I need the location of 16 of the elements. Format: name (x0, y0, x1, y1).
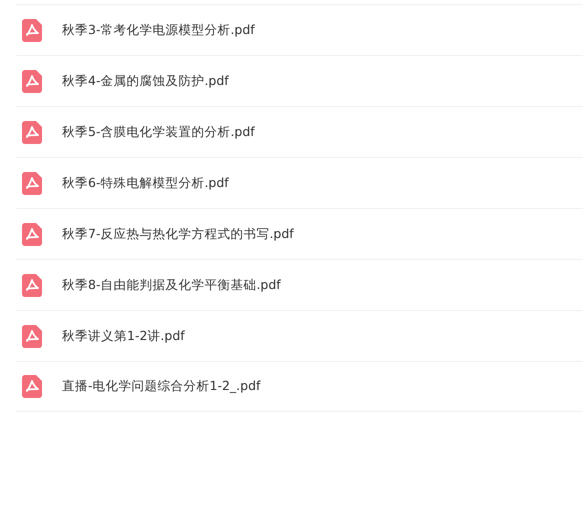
pdf-file-icon (22, 18, 42, 42)
pdf-file-icon (22, 222, 42, 246)
file-name[interactable]: 秋季讲义第1-2讲.pdf (62, 326, 185, 346)
file-name[interactable]: 秋季8-自由能判据及化学平衡基础.pdf (62, 276, 281, 294)
pdf-file-icon (22, 70, 42, 92)
pdf-file-icon (22, 120, 42, 144)
pdf-file-icon (22, 274, 42, 296)
file-name[interactable]: 秋季7-反应热与热化学方程式的书写.pdf (62, 224, 294, 244)
file-name[interactable]: 秋季4-金属的腐蚀及防护.pdf (62, 72, 229, 90)
file-name[interactable]: 秋季5-含膜电化学装置的分析.pdf (62, 122, 255, 142)
file-name[interactable]: 直播-电化学问题综合分析1-2_.pdf (62, 377, 260, 396)
pdf-file-icon (22, 324, 42, 348)
pdf-file-icon (22, 172, 42, 194)
pdf-file-icon (22, 375, 42, 398)
file-name[interactable]: 秋季3-常考化学电源模型分析.pdf (62, 20, 255, 40)
file-name[interactable]: 秋季6-特殊电解模型分析.pdf (62, 174, 229, 192)
